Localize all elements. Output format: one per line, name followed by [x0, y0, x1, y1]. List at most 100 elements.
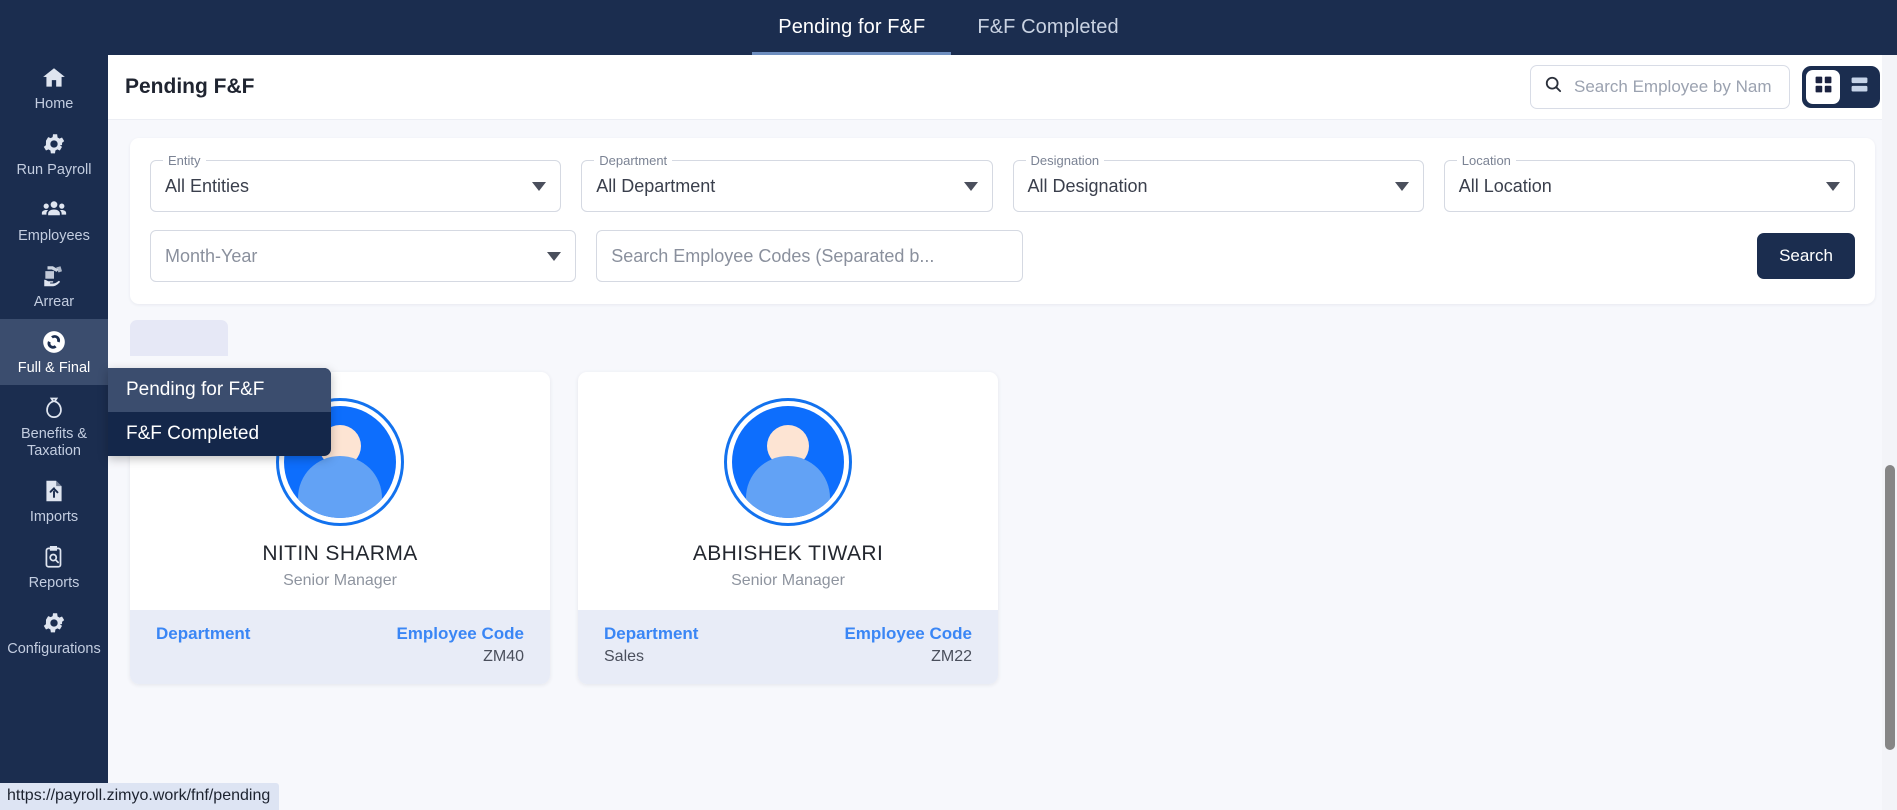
employee-card-meta: Department Sales Employee Code ZM22 — [578, 610, 998, 684]
sidebar-item-label: Employees — [18, 228, 90, 244]
sidebar-item-run-payroll[interactable]: Run Payroll — [0, 121, 108, 187]
sidebar-item-arrear[interactable]: Arrear — [0, 253, 108, 319]
avatar-body — [746, 456, 830, 518]
page-scrollbar-thumb[interactable] — [1885, 465, 1895, 750]
employee-code-column: Employee Code ZM22 — [788, 624, 972, 666]
location-select[interactable]: Location All Location — [1443, 152, 1855, 212]
department-select-value: All Department — [596, 175, 716, 196]
gear-icon — [41, 131, 67, 157]
sidebar-item-benefits-and-taxation[interactable]: Benefits & Taxation — [0, 385, 108, 468]
sidebar-item-employees[interactable]: Employees — [0, 187, 108, 253]
employee-name: NITIN SHARMA — [262, 542, 418, 565]
chevron-down-icon — [547, 251, 562, 261]
tab-chip-row — [130, 320, 1875, 360]
department-label: Department — [604, 624, 699, 643]
page-header: Pending F&F — [108, 55, 1897, 120]
entity-select[interactable]: Entity All Entities — [150, 152, 562, 212]
sidebar-item-label: Imports — [29, 509, 79, 525]
sidebar-item-label: Reports — [28, 575, 80, 591]
filter-row-secondary: Month-Year Search — [150, 230, 1855, 282]
sidebar-item-label: Arrear — [33, 294, 75, 310]
employee-code-column: Employee Code ZM40 — [340, 624, 524, 666]
refresh-circle-icon — [41, 329, 67, 355]
top-tab-label: F&F Completed — [977, 16, 1119, 38]
employee-name: ABHISHEK TIWARI — [692, 542, 884, 565]
full-and-final-flyout-menu: Pending for F&F F&F Completed — [108, 368, 331, 456]
entity-select-value: All Entities — [165, 175, 250, 196]
employee-codes-input[interactable] — [611, 245, 1008, 267]
flyout-item-pending-for-fnf[interactable]: Pending for F&F — [108, 368, 331, 412]
designation-select-value: All Designation — [1027, 175, 1148, 196]
grid-view-button[interactable] — [1806, 70, 1840, 104]
employee-designation: Senior Manager — [283, 572, 397, 589]
employee-designation: Senior Manager — [731, 572, 845, 589]
month-year-select[interactable]: Month-Year — [150, 230, 577, 282]
sidebar-item-label: Home — [34, 96, 74, 112]
sidebar-item-configurations[interactable]: Configurations — [0, 600, 108, 666]
department-column: Department — [156, 624, 340, 666]
avatar-icon — [732, 406, 844, 518]
filter-spacer — [1043, 230, 1439, 282]
top-tab-fnf-completed[interactable]: F&F Completed — [951, 0, 1144, 55]
file-upload-icon — [41, 478, 67, 504]
sidebar-item-home[interactable]: Home — [0, 55, 108, 121]
filter-row-primary: Entity All Entities Department All Depar… — [150, 152, 1855, 212]
header-actions — [1530, 65, 1880, 109]
search-icon — [1543, 74, 1564, 100]
filter-panel: Entity All Entities Department All Depar… — [130, 138, 1875, 304]
employee-code-value: ZM22 — [931, 648, 972, 665]
employee-code-value: ZM40 — [483, 648, 524, 665]
designation-select[interactable]: Designation All Designation — [1012, 152, 1424, 212]
sidebar-item-label: Configurations — [7, 641, 101, 657]
flyout-item-label: F&F Completed — [126, 423, 260, 444]
flyout-item-label: Pending for F&F — [126, 379, 265, 400]
employee-code-label: Employee Code — [396, 624, 524, 643]
sidebar-item-label: Run Payroll — [16, 162, 92, 178]
search-input[interactable] — [1574, 77, 1777, 97]
department-label: Department — [156, 624, 251, 643]
sidebar-item-label: Full & Final — [17, 360, 91, 376]
location-select-label: Location — [1456, 152, 1516, 169]
active-tab-chip[interactable] — [130, 320, 229, 356]
employee-card-meta: Department Employee Code ZM40 — [130, 610, 550, 684]
gear-icon — [41, 610, 67, 636]
department-select[interactable]: Department All Department — [581, 152, 993, 212]
month-year-select-value: Month-Year — [165, 245, 258, 266]
employee-card[interactable]: ABHISHEK TIWARI Senior Manager Departmen… — [578, 372, 998, 684]
search-button[interactable]: Search — [1757, 233, 1855, 279]
sidebar-navigation: Home Run Payroll Employees Arrear Full &… — [0, 0, 108, 810]
list-icon — [1850, 75, 1869, 99]
employee-codes-field[interactable] — [596, 230, 1023, 282]
list-view-button[interactable] — [1842, 70, 1876, 104]
chevron-down-icon — [1826, 181, 1840, 191]
top-tab-pending-for-fnf[interactable]: Pending for F&F — [752, 0, 951, 55]
flyout-item-fnf-completed[interactable]: F&F Completed — [108, 412, 331, 456]
department-column: Department Sales — [604, 624, 788, 666]
page-title: Pending F&F — [125, 75, 255, 98]
employee-card-header: ABHISHEK TIWARI Senior Manager — [578, 372, 998, 610]
browser-status-bar: https://payroll.zimyo.work/fnf/pending — [0, 783, 280, 810]
designation-select-label: Designation — [1025, 152, 1105, 169]
employee-card-grid: NITIN SHARMA Senior Manager Department E… — [130, 372, 1875, 684]
home-icon — [41, 65, 67, 91]
top-tab-label: Pending for F&F — [778, 16, 926, 38]
sidebar-item-full-and-final[interactable]: Full & Final — [0, 319, 108, 385]
chevron-down-icon — [963, 181, 978, 191]
top-tab-list: Pending for F&F F&F Completed — [752, 0, 1144, 55]
people-icon — [41, 197, 67, 223]
department-select-label: Department — [594, 152, 673, 169]
sidebar-item-imports[interactable]: Imports — [0, 468, 108, 534]
search-button-wrapper: Search — [1459, 230, 1855, 282]
grid-icon — [1814, 75, 1833, 99]
employee-code-label: Employee Code — [844, 624, 972, 643]
department-value: Sales — [604, 648, 645, 665]
sidebar-item-reports[interactable]: Reports — [0, 534, 108, 600]
avatar-body — [298, 456, 382, 518]
chevron-down-icon — [1394, 181, 1409, 191]
moneybag-icon — [41, 395, 67, 421]
employee-search-box[interactable] — [1530, 65, 1790, 109]
sidebar-item-label: Benefits & Taxation — [20, 426, 88, 459]
location-select-value: All Location — [1458, 175, 1552, 196]
entity-select-label: Entity — [163, 152, 206, 169]
main-content-area: Pending F&F Search Employee by Nam Entit… — [108, 55, 1897, 810]
